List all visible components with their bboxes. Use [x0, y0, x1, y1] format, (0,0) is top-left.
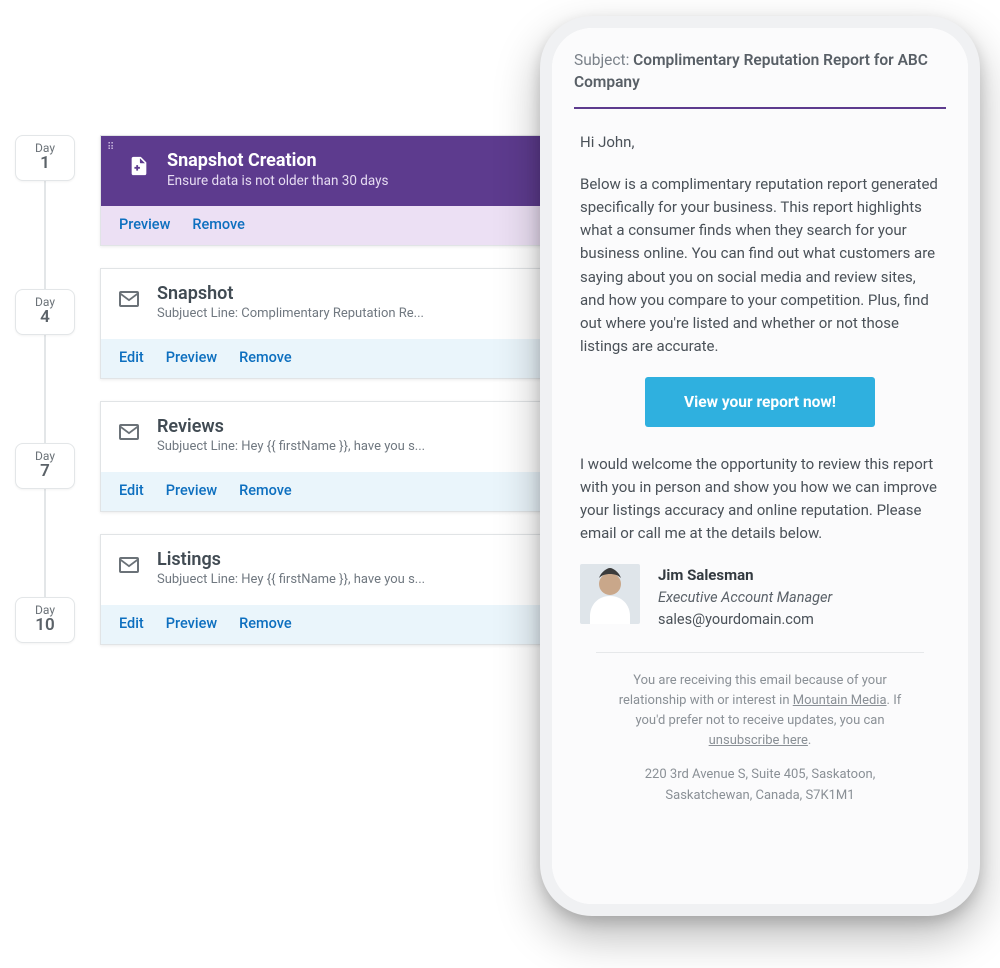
day-chip: Day 10	[15, 597, 75, 643]
preview-button[interactable]: Preview	[119, 216, 170, 233]
remove-button[interactable]: Remove	[239, 615, 292, 632]
remove-button[interactable]: Remove	[239, 482, 292, 499]
day-chip: Day 7	[15, 443, 75, 489]
subject-label: Subject:	[574, 51, 633, 69]
drag-handle-icon[interactable]: ⠿	[107, 142, 115, 153]
preview-button[interactable]: Preview	[166, 482, 217, 499]
footer-company-link[interactable]: Mountain Media	[793, 693, 887, 708]
email-greeting: Hi John,	[580, 131, 940, 154]
email-footer: You are receiving this email because of …	[596, 652, 924, 806]
edit-button[interactable]: Edit	[119, 349, 144, 366]
unsubscribe-link[interactable]: unsubscribe here	[709, 733, 808, 748]
email-subject: Subject: Complimentary Reputation Report…	[552, 28, 968, 107]
day-number: 1	[16, 153, 74, 173]
signature-role: Executive Account Manager	[658, 587, 832, 609]
day-number: 10	[16, 615, 74, 635]
day-number: 4	[16, 307, 74, 327]
edit-button[interactable]: Edit	[119, 482, 144, 499]
email-signature: Jim Salesman Executive Account Manager s…	[580, 564, 940, 632]
mail-icon	[115, 551, 143, 579]
file-plus-icon	[125, 152, 153, 180]
avatar	[580, 564, 640, 624]
day-chip: Day 4	[15, 289, 75, 335]
email-paragraph: Below is a complimentary reputation repo…	[580, 173, 940, 359]
preview-button[interactable]: Preview	[166, 615, 217, 632]
campaign-timeline: Day 1 Day 4 Day 7 Day 10	[10, 135, 80, 643]
signature-name: Jim Salesman	[658, 564, 832, 587]
remove-button[interactable]: Remove	[192, 216, 245, 233]
day-chip: Day 1	[15, 135, 75, 181]
mail-icon	[115, 285, 143, 313]
day-number: 7	[16, 461, 74, 481]
email-paragraph: I would welcome the opportunity to revie…	[580, 453, 940, 546]
timeline-connector	[44, 165, 46, 621]
preview-button[interactable]: Preview	[166, 349, 217, 366]
email-body: Hi John, Below is a complimentary reputa…	[552, 109, 968, 904]
footer-address: 220 3rd Avenue S, Suite 405, Saskatoon, …	[608, 765, 912, 805]
view-report-button[interactable]: View your report now!	[645, 377, 875, 427]
footer-text: .	[808, 733, 811, 748]
signature-email: sales@yourdomain.com	[658, 609, 832, 631]
edit-button[interactable]: Edit	[119, 615, 144, 632]
email-preview-phone: Subject: Complimentary Reputation Report…	[540, 16, 980, 916]
mail-icon	[115, 418, 143, 446]
remove-button[interactable]: Remove	[239, 349, 292, 366]
